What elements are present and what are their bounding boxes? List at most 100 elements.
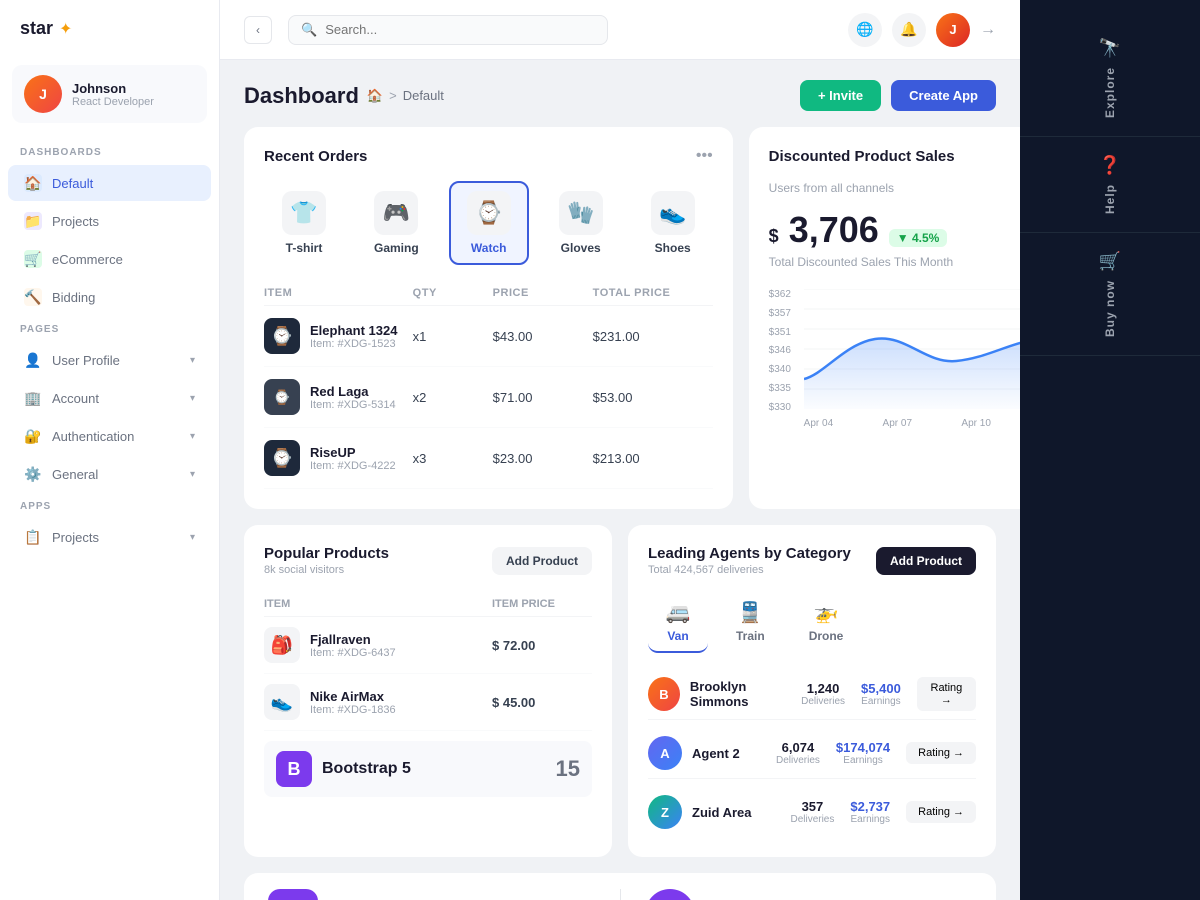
breadcrumb-current: Default xyxy=(403,88,444,103)
sidebar-item-default[interactable]: 🏠 Default xyxy=(8,165,211,201)
dashboards-label: DASHBOARDS xyxy=(0,139,219,164)
globe-icon[interactable]: 🌐 xyxy=(848,13,882,47)
more-options-icon[interactable]: ••• xyxy=(696,147,713,165)
item-info-1: ⌚ Elephant 1324 Item: #XDG-1523 xyxy=(264,318,413,354)
rating-button-3[interactable]: Rating → xyxy=(906,801,976,823)
prod-price-2: $ 45.00 xyxy=(492,695,592,710)
explore-panel-item[interactable]: 🔭 Explore xyxy=(1020,20,1200,137)
prod-info-2: 👟 Nike AirMax Item: #XDG-1836 xyxy=(264,684,492,720)
tab-shoes-label: Shoes xyxy=(655,241,691,255)
aspnet-icon: ⊙re xyxy=(645,889,695,900)
tech-stack-bar: B Bootstrap 5 ⊙re ASP.NET Core 7 xyxy=(244,873,996,900)
bell-icon[interactable]: 🔔 xyxy=(892,13,926,47)
pop-products-title: Popular Products xyxy=(264,545,389,562)
tab-drone[interactable]: 🚁 Drone xyxy=(793,592,860,653)
header-actions: + Invite Create App xyxy=(800,80,996,111)
nav-label-default: Default xyxy=(52,176,93,191)
agents-list: B Brooklyn Simmons 1,240 Deliveries $5,4… xyxy=(648,669,976,837)
order-table: ITEM QTY PRICE TOTAL PRICE ⌚ Elephant 13… xyxy=(264,281,713,489)
list-item: 🎒 Fjallraven Item: #XDG-6437 $ 72.00 xyxy=(264,617,592,674)
topbar-avatar[interactable]: J xyxy=(936,13,970,47)
chevron-down-icon: ▾ xyxy=(190,355,195,366)
logo-text: star xyxy=(20,18,53,39)
chevron-down-icon-apps: ▾ xyxy=(190,532,195,543)
add-product-button[interactable]: Add Product xyxy=(492,547,592,575)
nav-label-authentication: Authentication xyxy=(52,429,134,444)
overlay-bar: B Bootstrap 5 15 xyxy=(264,741,592,797)
bootstrap-label: Bootstrap 5 xyxy=(322,760,411,778)
page-header: Dashboard 🏠 > Default + Invite Create Ap… xyxy=(244,80,996,111)
search-box: 🔍 xyxy=(288,15,608,45)
prod-id-count: 15 xyxy=(556,756,580,782)
sidebar-item-authentication[interactable]: 🔐Authentication ▾ xyxy=(8,418,211,454)
avatar: J xyxy=(24,75,62,113)
agent-name-2: Agent 2 xyxy=(692,746,740,761)
item-total-3: $213.00 xyxy=(593,451,713,466)
disc-title: Discounted Product Sales xyxy=(769,148,955,165)
order-tabs: 👕 T-shirt 🎮 Gaming ⌚ Watch 🧤 Gloves xyxy=(264,181,713,265)
breadcrumb: 🏠 > Default xyxy=(367,88,444,104)
sidebar-item-projects[interactable]: 📁Projects xyxy=(8,203,211,239)
tab-train[interactable]: 🚆 Train xyxy=(720,592,781,653)
buy-now-panel-item[interactable]: 🛒 Buy now xyxy=(1020,233,1200,356)
tshirt-icon: 👕 xyxy=(282,191,326,235)
sidebar-item-account[interactable]: 🏢Account ▾ xyxy=(8,380,211,416)
general-icon: ⚙️ xyxy=(24,465,42,483)
home-icon: 🏠 xyxy=(24,174,42,192)
prod-name-2: Nike AirMax xyxy=(310,689,396,704)
tab-shoes[interactable]: 👟 Shoes xyxy=(633,181,713,265)
list-item: B Brooklyn Simmons 1,240 Deliveries $5,4… xyxy=(648,669,976,720)
search-input[interactable] xyxy=(325,22,595,37)
agent-earnings-label-2: Earnings xyxy=(836,755,890,766)
help-panel-item[interactable]: ❓ Help xyxy=(1020,137,1200,233)
item-info-3: ⌚ RiseUP Item: #XDG-4222 xyxy=(264,440,413,476)
leading-agents-card: Leading Agents by Category Total 424,567… xyxy=(628,525,996,857)
rating-button-1[interactable]: Rating → xyxy=(917,677,976,711)
list-item: A Agent 2 6,074 Deliveries $174,074 Earn… xyxy=(648,728,976,779)
agent-avatar-1: B xyxy=(648,677,680,711)
tab-van-label: Van xyxy=(667,629,688,643)
agent-earnings-1: $5,400 xyxy=(861,681,901,696)
help-label: Help xyxy=(1103,184,1117,214)
prod-thumb-1: 🎒 xyxy=(264,627,300,663)
sidebar-item-general[interactable]: ⚙️General ▾ xyxy=(8,456,211,492)
tab-gloves[interactable]: 🧤 Gloves xyxy=(541,181,621,265)
shoes-icon: 👟 xyxy=(651,191,695,235)
nav-label-general: General xyxy=(52,467,98,482)
col-price: PRICE xyxy=(493,287,593,299)
item-thumb-2: ⌚ xyxy=(264,379,300,415)
sidebar-item-apps-projects[interactable]: 📋Projects ▾ xyxy=(8,519,211,555)
dashboard-grid: Recent Orders ••• 👕 T-shirt 🎮 Gaming ⌚ xyxy=(244,127,996,509)
prod-info-1: 🎒 Fjallraven Item: #XDG-6437 xyxy=(264,627,492,663)
breadcrumb-separator: > xyxy=(389,88,397,103)
sidebar-item-ecommerce[interactable]: 🛒eCommerce xyxy=(8,241,211,277)
item-qty-2: x2 xyxy=(413,390,493,405)
item-total-1: $231.00 xyxy=(593,329,713,344)
item-price-3: $23.00 xyxy=(493,451,593,466)
rating-button-2[interactable]: Rating → xyxy=(906,742,976,764)
tab-watch[interactable]: ⌚ Watch xyxy=(449,181,529,265)
topbar-right: 🌐 🔔 J → xyxy=(848,13,996,47)
item-price-2: $71.00 xyxy=(493,390,593,405)
tab-gaming[interactable]: 🎮 Gaming xyxy=(356,181,437,265)
user-card[interactable]: J Johnson React Developer xyxy=(12,65,207,123)
create-app-button[interactable]: Create App xyxy=(891,80,996,111)
sidebar-logo: star✦ xyxy=(0,0,219,57)
tab-tshirt[interactable]: 👕 T-shirt xyxy=(264,181,344,265)
agents-title: Leading Agents by Category xyxy=(648,545,851,562)
sidebar-item-bidding[interactable]: 🔨Bidding xyxy=(8,279,211,315)
user-profile-icon: 👤 xyxy=(24,351,42,369)
disc-amount: 3,706 xyxy=(789,209,879,251)
collapse-sidebar-button[interactable]: ‹ xyxy=(244,16,272,44)
bottom-grid: Popular Products 8k social visitors Add … xyxy=(244,525,996,857)
tab-van[interactable]: 🚐 Van xyxy=(648,592,708,653)
nav-label-projects: Projects xyxy=(52,214,99,229)
add-product-agents-button[interactable]: Add Product xyxy=(876,547,976,575)
tab-tshirt-label: T-shirt xyxy=(286,241,323,255)
search-icon: 🔍 xyxy=(301,22,317,38)
invite-button[interactable]: + Invite xyxy=(800,80,881,111)
table-row: ⌚ Elephant 1324 Item: #XDG-1523 x1 $43.0… xyxy=(264,306,713,367)
sidebar-item-user-profile[interactable]: 👤User Profile ▾ xyxy=(8,342,211,378)
topbar-arrow-icon[interactable]: → xyxy=(980,21,996,39)
nav-label-bidding: Bidding xyxy=(52,290,95,305)
